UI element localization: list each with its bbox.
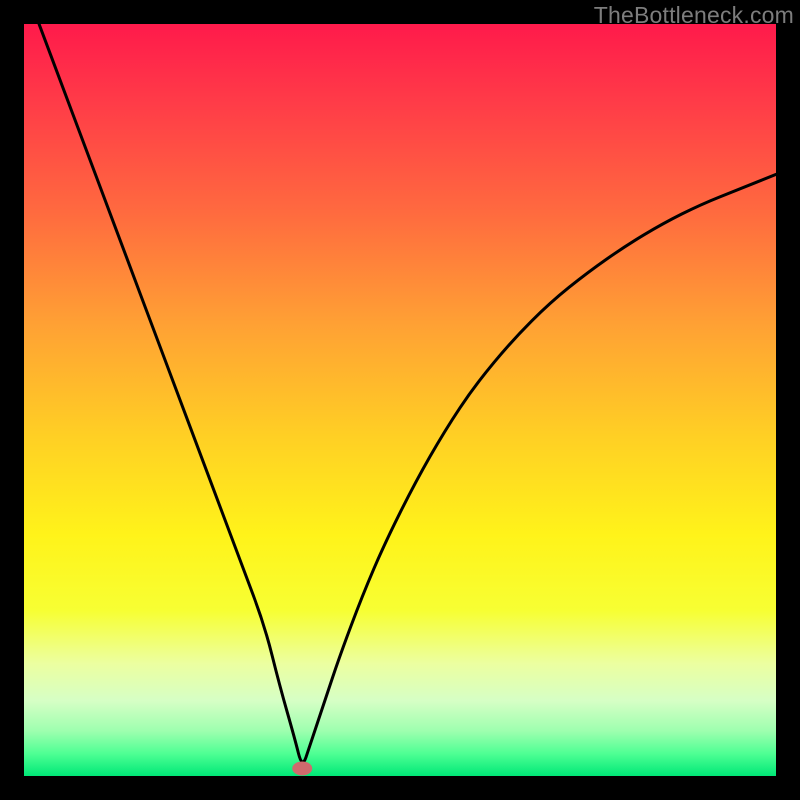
optimum-marker [292,761,312,775]
bottleneck-chart [24,24,776,776]
chart-frame [24,24,776,776]
watermark-text: TheBottleneck.com [594,2,794,29]
gradient-background [24,24,776,776]
